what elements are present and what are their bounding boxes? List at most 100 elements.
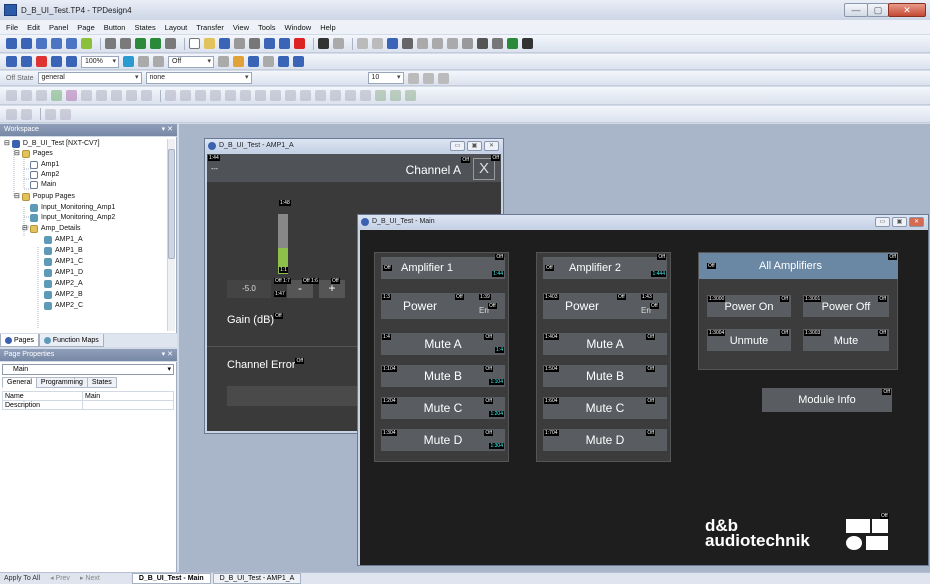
same-size-icon[interactable]	[225, 90, 236, 101]
replace-icon[interactable]	[333, 38, 344, 49]
tab-states[interactable]: States	[86, 377, 117, 388]
close-button[interactable]: ✕	[888, 3, 926, 17]
panel-close-icon[interactable]: ▾ ✕	[162, 124, 173, 136]
tree-amp-details-folder[interactable]: ⊟ Amp_Details	[22, 224, 81, 234]
flip-icon[interactable]	[270, 90, 281, 101]
align-center-icon[interactable]	[21, 90, 32, 101]
grid-toggle-icon[interactable]	[6, 108, 17, 120]
wrench-icon[interactable]	[105, 38, 116, 49]
tree-page-amp2[interactable]: Amp2	[30, 170, 59, 180]
show-sel-icon[interactable]	[60, 108, 71, 120]
menu-tools[interactable]: Tools	[258, 23, 276, 32]
menu-file[interactable]: File	[6, 23, 18, 32]
undo-icon[interactable]	[357, 38, 368, 49]
zoom-in-icon[interactable]	[51, 56, 62, 67]
tree-pages-folder[interactable]: ⊟ Pages	[14, 149, 53, 159]
connect-icon[interactable]	[507, 38, 518, 49]
nudge-icon[interactable]	[300, 90, 311, 101]
amp1-power-button[interactable]: 1:3 Power Off 1:39 Err Off	[381, 293, 505, 319]
state-prev-icon[interactable]	[138, 56, 149, 67]
paint-2-icon[interactable]	[390, 90, 401, 101]
unmute-all-button[interactable]: 1:3004 Unmute Off	[707, 329, 791, 351]
preview-icon[interactable]	[123, 56, 134, 67]
prev-button[interactable]: ◂ Prev	[50, 573, 70, 584]
paint-3-icon[interactable]	[405, 90, 416, 101]
panel-icon[interactable]	[387, 38, 398, 49]
snap-toggle-icon[interactable]	[21, 108, 32, 120]
tab-programming[interactable]: Programming	[35, 377, 88, 388]
tree-amp1a[interactable]: AMP1_A	[44, 235, 83, 245]
import-icon[interactable]	[51, 38, 62, 49]
menu-help[interactable]: Help	[320, 23, 335, 32]
settings-icon[interactable]	[165, 38, 176, 49]
center-h-icon[interactable]	[240, 90, 251, 101]
find-icon[interactable]	[318, 38, 329, 49]
amp2-mute-b-button[interactable]: 1:504 Mute B Off	[543, 365, 667, 387]
align-left-icon[interactable]	[6, 90, 17, 101]
close-popup-button[interactable]: X	[473, 158, 495, 180]
border-icon[interactable]	[407, 72, 419, 84]
space-h-icon[interactable]	[165, 90, 176, 101]
ruler-icon[interactable]	[345, 90, 356, 101]
paint-1-icon[interactable]	[375, 90, 386, 101]
snap-icon[interactable]	[315, 90, 326, 101]
cut-icon[interactable]	[249, 38, 260, 49]
tree-popup-input-amp2[interactable]: Input_Monitoring_Amp2	[30, 213, 115, 223]
function-icon[interactable]	[81, 38, 92, 49]
eraser-icon[interactable]	[263, 56, 274, 67]
tree-project[interactable]: ⊟ D_B_UI_Test [NXT-CV7]	[4, 139, 100, 149]
menu-view[interactable]: View	[233, 23, 249, 32]
properties-close-icon[interactable]: ▾ ✕	[162, 349, 173, 361]
menu-edit[interactable]: Edit	[27, 23, 40, 32]
zoom-out-icon[interactable]	[66, 56, 77, 67]
group-icon[interactable]	[111, 90, 122, 101]
align-icon[interactable]	[417, 38, 428, 49]
zoom-select[interactable]: 100%	[81, 55, 119, 68]
redo-icon[interactable]	[372, 38, 383, 49]
power-on-all-button[interactable]: 1:3000 Power On Off	[707, 295, 791, 317]
menu-page[interactable]: Page	[77, 23, 95, 32]
new-file-icon[interactable]	[189, 38, 200, 49]
menu-panel[interactable]: Panel	[49, 23, 68, 32]
amp1-mute-c-button[interactable]: 1:204 Mute C Off 1:204	[381, 397, 505, 419]
space-v-icon[interactable]	[180, 90, 191, 101]
doc-tab-main[interactable]: D_B_UI_Test - Main	[131, 573, 211, 584]
align-right-icon[interactable]	[36, 90, 47, 101]
tree-popup-folder[interactable]: ⊟ Popup Pages	[14, 192, 75, 202]
new-popup-icon[interactable]	[36, 38, 47, 49]
tree-amp2c[interactable]: AMP2_C	[44, 301, 83, 311]
amp2-power-button[interactable]: 1:403 Power Off 1:43 Err Off	[543, 293, 667, 319]
amp1a-close-button[interactable]: ✕	[484, 141, 499, 151]
add-icon[interactable]	[51, 90, 62, 101]
screen-icon[interactable]	[477, 38, 488, 49]
brush-icon[interactable]	[248, 56, 259, 67]
tree-amp1b[interactable]: AMP1_B	[44, 246, 83, 256]
menu-button[interactable]: Button	[104, 23, 126, 32]
tab-general[interactable]: General	[2, 377, 37, 388]
send-icon[interactable]	[150, 38, 161, 49]
emulate-icon[interactable]	[492, 38, 503, 49]
paste-icon[interactable]	[279, 38, 290, 49]
amp2-mute-d-button[interactable]: 1:704 Mute D Off	[543, 429, 667, 451]
state-next-icon[interactable]	[153, 56, 164, 67]
tree-page-main[interactable]: Main	[30, 180, 56, 190]
workspace-scrollbar[interactable]	[167, 139, 175, 331]
tree-amp1c[interactable]: AMP1_C	[44, 257, 83, 267]
apply-to-all-button[interactable]: Apply To All	[4, 573, 40, 584]
doc-tab-amp1a[interactable]: D_B_UI_Test - AMP1_A	[212, 573, 302, 584]
font-size-select[interactable]: 10	[367, 72, 404, 84]
pointer-icon[interactable]	[218, 56, 229, 67]
open-folder-icon[interactable]	[204, 38, 215, 49]
transfer-icon[interactable]	[135, 38, 146, 49]
play-icon[interactable]	[234, 38, 245, 49]
amp2-mute-a-button[interactable]: 1:404 Mute A Off	[543, 333, 667, 355]
grid-icon[interactable]	[402, 38, 413, 49]
amp1a-minimize-button[interactable]: ▭	[450, 141, 465, 151]
tab-order-icon[interactable]	[360, 90, 371, 101]
tree-amp1d[interactable]: AMP1_D	[44, 268, 83, 278]
delete-icon[interactable]	[294, 38, 305, 49]
amp1-mute-a-button[interactable]: 1:4 Mute A Off 1:4	[381, 333, 505, 355]
next-button[interactable]: ▸ Next	[80, 573, 100, 584]
pencil-icon[interactable]	[233, 56, 244, 67]
state-select[interactable]: general	[37, 72, 142, 84]
